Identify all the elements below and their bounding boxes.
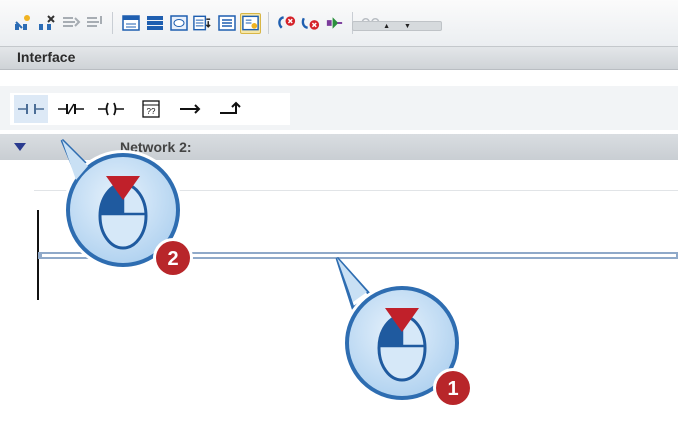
editor-toolbar	[0, 0, 678, 46]
delete-network-icon[interactable]	[36, 13, 57, 34]
callout-mouse-1: 1	[335, 256, 473, 408]
collapse-down-icon[interactable]: ▼	[404, 23, 411, 30]
favorites-icon[interactable]	[216, 13, 237, 34]
step-number-2: 2	[167, 248, 178, 270]
callout-mouse-2: 2	[60, 138, 193, 278]
call-hierarchy-icon[interactable]	[240, 12, 261, 34]
insert-network-icon[interactable]	[12, 13, 33, 34]
coil-icon	[98, 102, 124, 116]
go-to-previous-error-icon[interactable]	[276, 13, 297, 34]
open-all-networks-icon[interactable]	[120, 13, 141, 34]
toolbar-separator	[112, 12, 113, 34]
close-all-networks-icon[interactable]	[144, 13, 165, 34]
go-to-next-error-icon[interactable]	[300, 13, 321, 34]
collapse-network-icon[interactable]	[14, 143, 26, 151]
interface-section-header[interactable]: Interface	[0, 46, 678, 70]
step-number-1: 1	[447, 378, 458, 400]
toolbar-separator	[268, 12, 269, 34]
splitter-handle[interactable]: ▲ ▼	[352, 21, 442, 31]
normally-closed-contact-icon	[58, 103, 84, 115]
open-branch-icon	[180, 104, 201, 114]
append-row-icon[interactable]	[84, 13, 105, 34]
svg-text:??: ??	[147, 107, 156, 116]
absolute-relative-operand-icon[interactable]	[192, 13, 213, 34]
network-comments-icon[interactable]	[168, 13, 189, 34]
empty-box-icon: ??	[142, 100, 160, 118]
close-branch-button[interactable]	[214, 95, 248, 123]
close-branch-icon	[220, 101, 241, 114]
update-block-calls-icon[interactable]	[324, 13, 345, 34]
normally-open-contact-icon	[18, 104, 44, 114]
insert-row-icon[interactable]	[60, 13, 81, 34]
interface-title: Interface	[17, 49, 76, 65]
collapse-up-icon[interactable]: ▲	[383, 23, 390, 30]
